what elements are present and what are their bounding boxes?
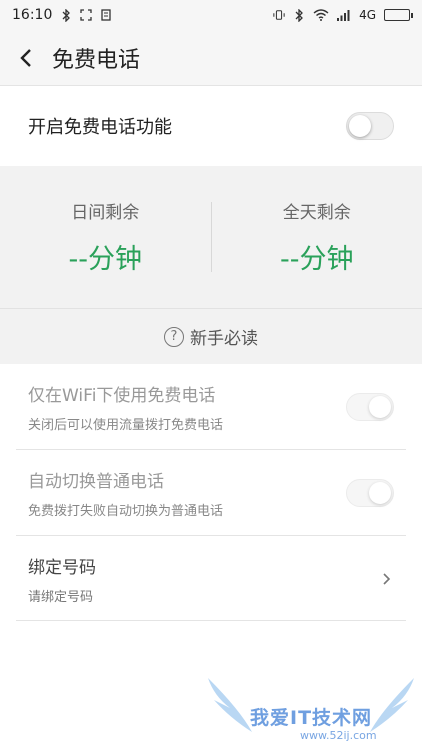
bind-number-title: 绑定号码 bbox=[28, 558, 96, 578]
allday-remaining: 全天剩余 --分钟 bbox=[212, 198, 422, 276]
bind-number-row[interactable]: 绑定号码 请绑定号码 bbox=[0, 536, 422, 622]
watermark-text: 我爱IT技术网 bbox=[250, 707, 373, 729]
daytime-remaining-value: --分钟 bbox=[68, 244, 143, 275]
auto-switch-subtitle: 免费拨打失败自动切换为普通电话 bbox=[28, 504, 224, 519]
question-icon: ? bbox=[164, 326, 184, 347]
auto-switch-toggle[interactable] bbox=[346, 479, 394, 507]
back-button[interactable] bbox=[0, 30, 52, 86]
watermark-url: www.52ij.com bbox=[300, 729, 377, 742]
vibrate-icon bbox=[273, 8, 285, 22]
auto-switch-row[interactable]: 自动切换普通电话 免费拨打失败自动切换为普通电话 bbox=[0, 450, 422, 536]
bluetooth-icon bbox=[293, 8, 305, 22]
auto-switch-title: 自动切换普通电话 bbox=[28, 472, 164, 492]
beginner-guide-label: 新手必读 bbox=[190, 329, 258, 349]
status-time: 16:10 bbox=[12, 7, 53, 23]
wifi-icon bbox=[313, 8, 329, 22]
wifi-only-row[interactable]: 仅在WiFi下使用免费电话 关闭后可以使用流量拨打免费电话 bbox=[0, 364, 422, 450]
bind-number-subtitle: 请绑定号码 bbox=[28, 590, 94, 605]
allday-remaining-caption: 全天剩余 bbox=[282, 203, 351, 223]
network-type: 4G bbox=[359, 8, 376, 22]
page-title: 免费电话 bbox=[52, 47, 141, 73]
battery-icon bbox=[384, 9, 413, 21]
toggle-knob bbox=[369, 482, 391, 504]
wifi-only-subtitle: 关闭后可以使用流量拨打免费电话 bbox=[28, 418, 224, 433]
free-call-toggle[interactable] bbox=[346, 112, 394, 140]
bluetooth-icon bbox=[60, 8, 72, 22]
chevron-right-icon bbox=[378, 571, 394, 587]
title-bar: 免费电话 bbox=[0, 30, 422, 86]
free-call-toggle-label: 开启免费电话功能 bbox=[28, 117, 172, 138]
daytime-remaining: 日间剩余 --分钟 bbox=[0, 198, 211, 276]
status-bar: 16:10 4G bbox=[0, 0, 422, 30]
remaining-minutes-panel: 日间剩余 --分钟 全天剩余 --分钟 bbox=[0, 166, 422, 308]
toggle-knob bbox=[349, 115, 371, 137]
wifi-only-toggle[interactable] bbox=[346, 393, 394, 421]
screenshot-icon bbox=[80, 8, 93, 22]
allday-remaining-value: --分钟 bbox=[280, 244, 354, 275]
daytime-remaining-caption: 日间剩余 bbox=[71, 203, 140, 223]
storage-icon bbox=[100, 8, 112, 22]
divider bbox=[16, 620, 406, 621]
chevron-left-icon bbox=[20, 48, 31, 67]
toggle-knob bbox=[369, 396, 391, 418]
wifi-only-title: 仅在WiFi下使用免费电话 bbox=[28, 386, 216, 406]
signal-icon bbox=[337, 8, 351, 22]
free-call-toggle-row[interactable]: 开启免费电话功能 bbox=[0, 86, 422, 166]
beginner-guide-link[interactable]: ? 新手必读 bbox=[0, 308, 422, 364]
